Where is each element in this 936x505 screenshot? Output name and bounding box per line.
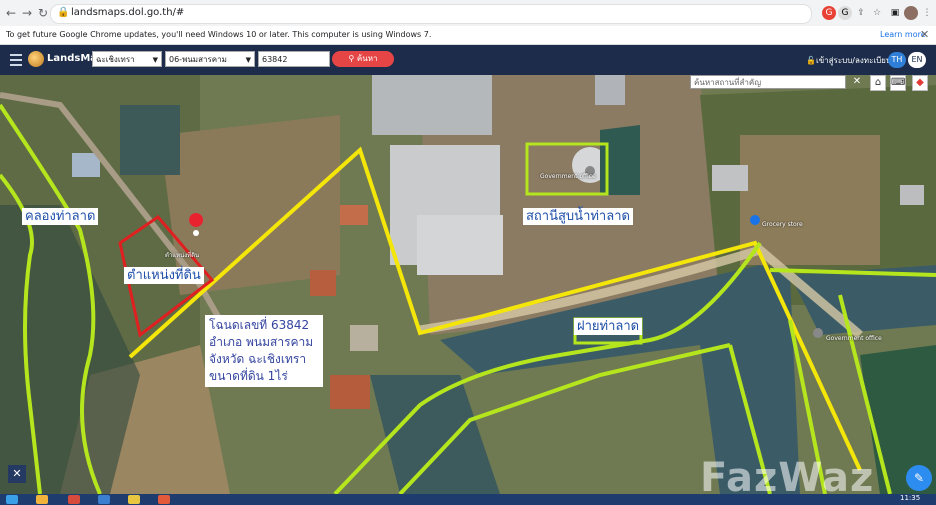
chevron-down-icon: ▼ — [245, 56, 251, 64]
profile-avatar[interactable] — [904, 6, 918, 20]
lock-icon: 🔒 — [57, 7, 70, 18]
grocery-label: Grocery store — [762, 221, 803, 228]
district-value: 06-พนมสารคาม — [169, 55, 227, 64]
explorer-icon[interactable] — [36, 495, 48, 504]
parcel-info-box: โฉนดเลขที่ 63842 อำเภอ พนมสารคาม จังหวัด… — [205, 315, 323, 387]
search-label: ค้นหา — [356, 54, 378, 63]
taskbar-clock: 11:35 — [900, 494, 921, 502]
place-search-input[interactable]: ค้นหาสถานที่สำคัญ — [690, 75, 846, 89]
app-header: LandsMaps ฉะเชิงเทรา ▼ 06-พนมสารคาม ▼ 6384… — [0, 45, 936, 75]
chrome-icon[interactable] — [158, 495, 170, 504]
parcel-number-input[interactable]: 63842 — [258, 51, 330, 67]
search-icon: ⚲ — [348, 54, 357, 63]
landsmaps-logo — [28, 51, 44, 67]
star-icon[interactable]: ☆ — [870, 6, 884, 20]
browser-toolbar: ← → ↻ 🔒 landsmaps.dol.go.th/# G G ⇪ ☆ ▣ … — [0, 0, 936, 27]
pump-station-label: สถานีสูบน้ำท่าลาด — [523, 208, 633, 225]
province-value: ฉะเชิงเทรา — [96, 55, 135, 64]
info-size: ขนาดที่ดิน 1ไร่ — [209, 369, 288, 383]
province-select[interactable]: ฉะเชิงเทรา ▼ — [92, 51, 162, 67]
gov-office-label: Government office — [540, 173, 596, 180]
layers-icon[interactable]: ◆ — [912, 75, 928, 91]
address-bar[interactable]: 🔒 landsmaps.dol.go.th/# — [50, 4, 812, 24]
measure-tool-icon[interactable]: ✕ — [8, 465, 26, 483]
close-icon[interactable]: ✕ — [920, 28, 929, 41]
app-icon[interactable] — [68, 495, 80, 504]
plot-pin-label: ตำแหน่งที่ดิน — [165, 252, 200, 259]
weir-label: ฝายท่าลาด — [574, 318, 643, 335]
reload-icon[interactable]: ↻ — [36, 6, 50, 20]
gov-office-label-2: Government office — [826, 335, 882, 342]
start-icon[interactable] — [6, 495, 18, 504]
lock-icon: 🔓 — [806, 56, 816, 65]
lang-en-button[interactable]: EN — [908, 52, 926, 68]
canal-label: คลองท่าลาด — [22, 208, 99, 225]
map-imagery — [0, 75, 936, 494]
extension-icon[interactable]: G — [822, 6, 836, 20]
share-icon[interactable]: ⇪ — [854, 6, 868, 20]
google-icon[interactable]: G — [838, 6, 852, 20]
update-message: To get future Google Chrome updates, you… — [6, 30, 432, 39]
fazwaz-watermark: FazWaz — [700, 455, 875, 494]
info-province: จังหวัด ฉะเชิงเทรา — [209, 352, 307, 366]
update-infobar: To get future Google Chrome updates, you… — [0, 26, 936, 45]
search-button[interactable]: ⚲ ค้นหา — [332, 51, 394, 67]
forward-icon[interactable]: → — [20, 6, 34, 20]
home-icon[interactable]: ⌂ — [870, 75, 886, 91]
learn-more-link[interactable]: Learn more — [880, 30, 926, 39]
close-icon[interactable]: ✕ — [849, 75, 865, 91]
parcel-number-value: 63842 — [262, 55, 288, 64]
app-icon[interactable] — [128, 495, 140, 504]
app-icon[interactable] — [98, 495, 110, 504]
url-text: landsmaps.dol.go.th/# — [71, 7, 185, 18]
keyboard-icon[interactable]: ⌨ — [890, 75, 906, 91]
plot-position-label: ตำแหน่งที่ดิน — [124, 267, 204, 284]
info-district: อำเภอ พนมสารคาม — [209, 335, 314, 349]
menu-icon[interactable]: ⋮ — [920, 6, 934, 20]
back-icon[interactable]: ← — [4, 6, 18, 20]
satellite-map[interactable]: ค้นหาสถานที่สำคัญ ✕ ⌂ ⌨ ◆ คลองท่าลาด ตำแ… — [0, 75, 936, 494]
login-link[interactable]: 🔓เข้าสู่ระบบ/ลงทะเบียน — [806, 54, 891, 67]
lang-th-button[interactable]: TH — [888, 52, 906, 68]
login-label: เข้าสู่ระบบ/ลงทะเบียน — [815, 56, 892, 65]
info-deed: โฉนดเลขที่ 63842 — [209, 318, 310, 332]
sidepanel-icon[interactable]: ▣ — [888, 6, 902, 20]
windows-taskbar: 11:35 — [0, 494, 936, 505]
hamburger-icon[interactable] — [10, 54, 22, 66]
district-select[interactable]: 06-พนมสารคาม ▼ — [165, 51, 255, 67]
chevron-down-icon: ▼ — [152, 56, 158, 64]
chat-icon[interactable]: ✎ — [906, 465, 932, 491]
